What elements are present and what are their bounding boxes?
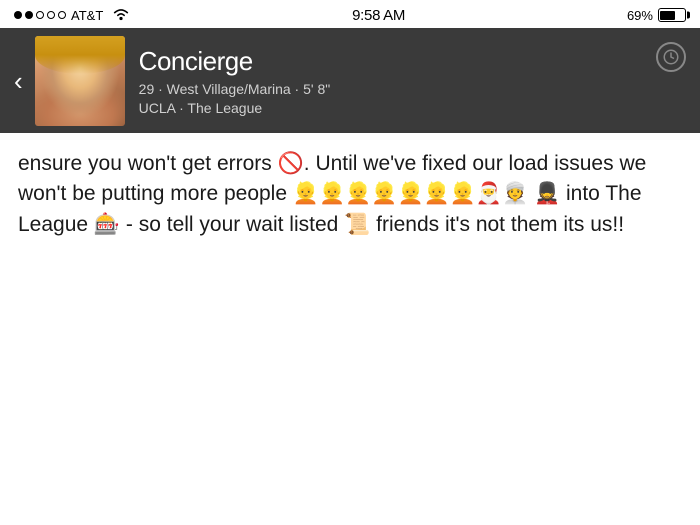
battery-fill xyxy=(660,11,675,20)
signal-dot-5 xyxy=(58,11,66,19)
profile-info: Concierge 29 · West Village/Marina · 5' … xyxy=(139,46,331,116)
status-bar: AT&T 9:58 AM 69% xyxy=(0,0,700,28)
profile-details-line2: UCLA · The League xyxy=(139,100,331,116)
back-button[interactable]: ‹ xyxy=(14,68,23,94)
signal-dot-2 xyxy=(25,11,33,19)
signal-dot-4 xyxy=(47,11,55,19)
battery-percentage: 69% xyxy=(627,8,653,23)
message-area: ensure you won't get errors 🚫. Until we'… xyxy=(0,133,700,525)
signal-strength xyxy=(14,11,66,19)
profile-details-line1: 29 · West Village/Marina · 5' 8" xyxy=(139,81,331,97)
wifi-icon xyxy=(112,7,130,24)
signal-dot-3 xyxy=(36,11,44,19)
message-text: ensure you won't get errors 🚫. Until we'… xyxy=(18,149,682,240)
time-display: 9:58 AM xyxy=(352,7,405,24)
battery-icon xyxy=(658,8,686,22)
profile-photo[interactable] xyxy=(35,36,125,126)
profile-header: ‹ Concierge 29 · West Village/Marina · 5… xyxy=(0,28,700,133)
carrier-name: AT&T xyxy=(71,8,103,23)
status-right: 69% xyxy=(627,8,686,23)
status-left: AT&T xyxy=(14,7,130,24)
profile-photo-image xyxy=(35,36,125,126)
signal-dot-1 xyxy=(14,11,22,19)
history-button[interactable] xyxy=(656,42,686,72)
profile-name: Concierge xyxy=(139,46,331,77)
